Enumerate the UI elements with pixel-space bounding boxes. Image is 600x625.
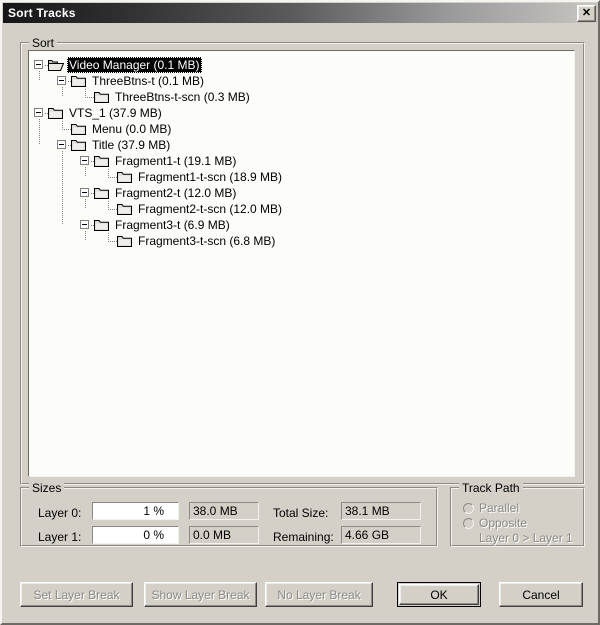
total-size-value: 38.1 MB: [341, 502, 421, 520]
tree-connector-line: [39, 119, 40, 145]
tree-connector-line: [62, 151, 63, 225]
tree-connector-line: [108, 169, 109, 177]
tree-item[interactable]: Fragment2-t-scn (12.0 MB): [136, 201, 284, 217]
tree-item-label: Fragment1-t (19.1 MB): [115, 154, 237, 168]
tree-expander-icon[interactable]: [80, 188, 89, 197]
radio-opposite[interactable]: Opposite: [463, 516, 527, 530]
show-layer-break-label: Show Layer Break: [151, 587, 250, 602]
tree-item[interactable]: Video Manager (0.1 MB): [67, 57, 202, 73]
layer0-size-value: 38.0 MB: [189, 502, 259, 520]
ok-label: OK: [430, 587, 448, 602]
tree-connector-line: [85, 167, 86, 177]
folder-closed-icon: [94, 90, 110, 104]
layer1-percent-input[interactable]: 0 %: [92, 526, 179, 544]
layer1-size-value: 0.0 MB: [189, 526, 259, 544]
folder-closed-icon: [94, 218, 110, 232]
close-icon[interactable]: ✕: [577, 5, 596, 22]
track-tree-rows: Video Manager (0.1 MB) ThreeBtns-t (0.1 M…: [29, 51, 574, 476]
radio-opposite-circle: [463, 517, 474, 529]
tree-expander-icon[interactable]: [34, 108, 43, 117]
no-layer-break-button[interactable]: No Layer Break: [265, 582, 373, 607]
folder-closed-icon: [71, 122, 87, 136]
folder-closed-icon: [117, 202, 133, 216]
radio-parallel[interactable]: Parallel: [463, 501, 519, 515]
tree-item-label: ThreeBtns-t (0.1 MB): [92, 74, 205, 88]
folder-closed-icon: [94, 154, 110, 168]
cancel-label: Cancel: [522, 587, 560, 602]
remaining-value: 4.66 GB: [341, 526, 421, 544]
tree-expander-icon[interactable]: [34, 60, 43, 69]
tree-item[interactable]: ThreeBtns-t-scn (0.3 MB): [113, 89, 252, 105]
sort-group-label: Sort: [29, 36, 58, 50]
radio-opposite-label: Opposite: [479, 516, 528, 530]
tree-item[interactable]: VTS_1 (37.9 MB): [67, 105, 164, 121]
tree-item[interactable]: Menu (0.0 MB): [90, 121, 173, 137]
tree-item[interactable]: Fragment2-t (12.0 MB): [113, 185, 238, 201]
set-layer-break-label: Set Layer Break: [33, 587, 120, 602]
tree-item[interactable]: Fragment3-t-scn (6.8 MB): [136, 233, 277, 249]
remaining-label: Remaining:: [273, 530, 334, 544]
layer-order-text: Layer 0 > Layer 1: [479, 531, 573, 545]
tree-item-label: ThreeBtns-t-scn (0.3 MB): [115, 90, 250, 104]
folder-closed-icon: [48, 106, 64, 120]
window-title: Sort Tracks: [8, 6, 76, 20]
folder-closed-icon: [94, 186, 110, 200]
tree-item-label: Fragment2-t-scn (12.0 MB): [138, 202, 283, 216]
tree-item-label: Fragment3-t-scn (6.8 MB): [138, 234, 276, 248]
tree-item-label: Fragment1-t-scn (18.9 MB): [138, 170, 283, 184]
sort-tracks-dialog: Sort Tracks ✕ Sort Video Manager (0.1 MB…: [0, 0, 600, 625]
total-size-label: Total Size:: [273, 506, 329, 520]
layer1-label: Layer 1:: [38, 530, 82, 544]
tree-item[interactable]: Fragment1-t-scn (18.9 MB): [136, 169, 284, 185]
tree-item-label: Fragment2-t (12.0 MB): [115, 186, 237, 200]
sizes-group: Sizes Layer 0: 1 % 38.0 MB Layer 1: 0 % …: [20, 481, 438, 547]
tree-connector-line: [62, 87, 63, 97]
folder-closed-icon: [117, 170, 133, 184]
track-path-group-label: Track Path: [459, 481, 523, 495]
tree-item[interactable]: Title (37.9 MB): [90, 137, 172, 153]
radio-parallel-label: Parallel: [479, 501, 520, 515]
track-tree-view[interactable]: Video Manager (0.1 MB) ThreeBtns-t (0.1 M…: [28, 50, 575, 477]
tree-item-label: Title (37.9 MB): [92, 138, 171, 152]
layer0-label: Layer 0:: [38, 506, 82, 520]
radio-parallel-circle: [463, 502, 474, 514]
tree-item-label: Fragment3-t (6.9 MB): [115, 218, 230, 232]
tree-expander-icon[interactable]: [57, 76, 66, 85]
folder-closed-icon: [71, 74, 87, 88]
tree-item-label: VTS_1 (37.9 MB): [69, 106, 162, 120]
tree-connector-line: [62, 121, 63, 129]
sizes-group-label: Sizes: [29, 481, 65, 495]
folder-open-icon: [48, 58, 64, 72]
ok-button[interactable]: OK: [397, 582, 481, 607]
tree-item[interactable]: Fragment3-t (6.9 MB): [113, 217, 232, 233]
show-layer-break-button[interactable]: Show Layer Break: [144, 582, 257, 607]
tree-item[interactable]: Fragment1-t (19.1 MB): [113, 153, 238, 169]
layer0-percent-input[interactable]: 1 %: [92, 502, 179, 520]
tree-connector-line: [39, 71, 40, 81]
tree-connector-line: [85, 89, 86, 97]
cancel-button[interactable]: Cancel: [499, 582, 583, 607]
no-layer-break-label: No Layer Break: [277, 587, 361, 602]
tree-connector-line: [108, 201, 109, 209]
tree-item-label: Menu (0.0 MB): [92, 122, 172, 136]
tree-expander-icon[interactable]: [80, 156, 89, 165]
tree-connector-line: [85, 231, 86, 241]
folder-closed-icon: [71, 138, 87, 152]
tree-connector-line: [108, 233, 109, 241]
title-bar[interactable]: Sort Tracks ✕: [3, 3, 598, 23]
tree-item[interactable]: ThreeBtns-t (0.1 MB): [90, 73, 206, 89]
tree-item-label: Video Manager (0.1 MB): [67, 57, 202, 73]
tree-expander-icon[interactable]: [57, 140, 66, 149]
track-path-group: Track Path Parallel Opposite Layer 0 > L…: [450, 481, 585, 547]
folder-closed-icon: [117, 234, 133, 248]
tree-expander-icon[interactable]: [80, 220, 89, 229]
set-layer-break-button[interactable]: Set Layer Break: [20, 582, 133, 607]
tree-connector-line: [85, 199, 86, 209]
